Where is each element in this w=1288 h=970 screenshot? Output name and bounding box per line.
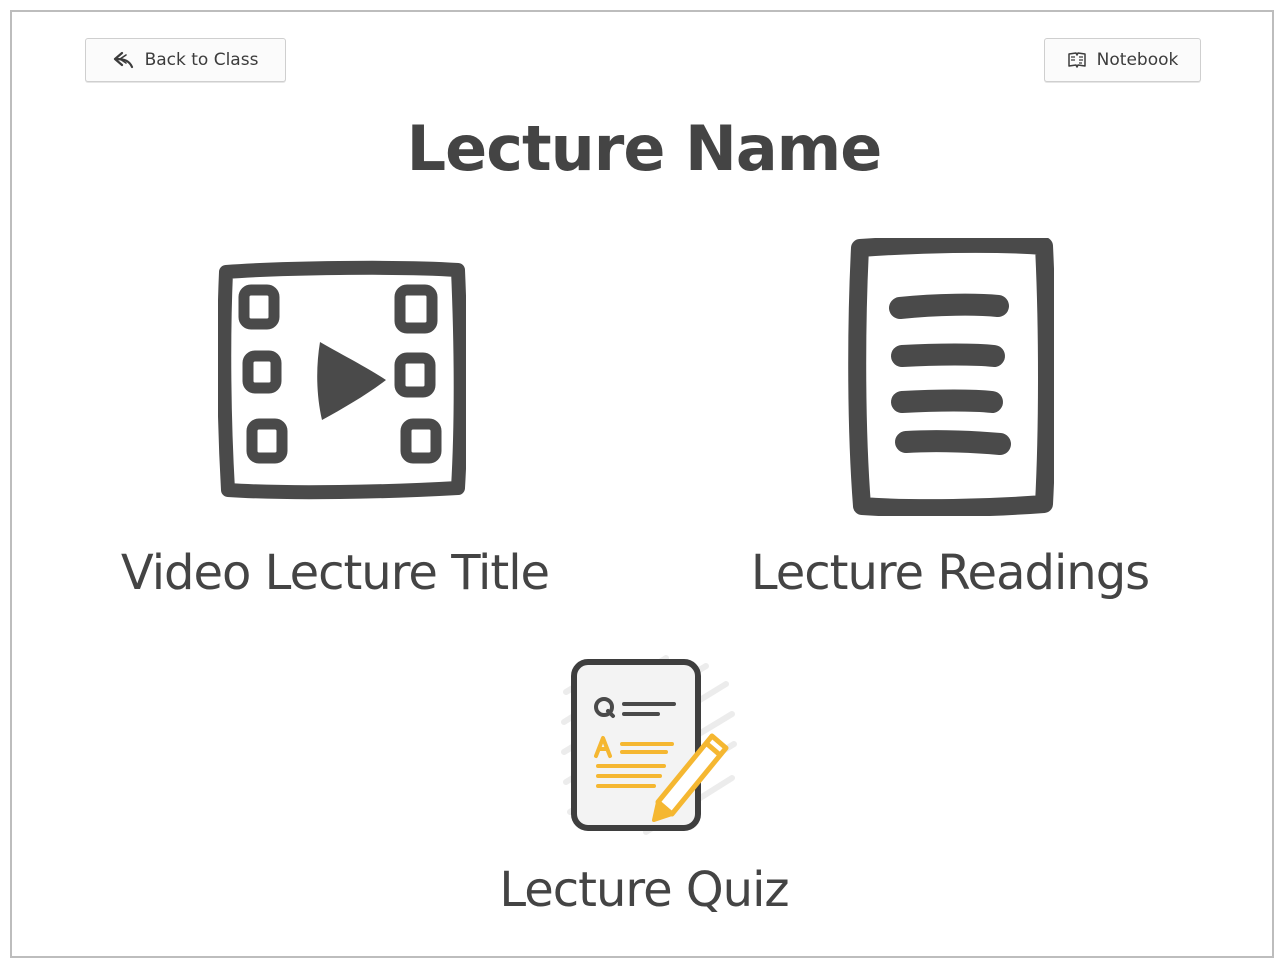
video-lecture-tile[interactable]	[218, 260, 466, 500]
film-play-icon	[218, 260, 466, 500]
lecture-readings-tile[interactable]	[848, 238, 1054, 516]
video-lecture-title[interactable]: Video Lecture Title	[90, 545, 580, 601]
back-to-class-button[interactable]: Back to Class	[85, 38, 286, 82]
notebook-button[interactable]: Notebook	[1044, 38, 1201, 82]
lecture-quiz-tile[interactable]	[556, 652, 742, 838]
document-lines-icon	[848, 238, 1054, 516]
reply-arrow-icon	[113, 51, 135, 69]
page-title: Lecture Name	[406, 112, 883, 185]
quiz-sheet-icon	[556, 652, 742, 838]
lecture-readings-title[interactable]: Lecture Readings	[730, 545, 1170, 601]
notebook-label: Notebook	[1096, 50, 1179, 70]
notebook-icon	[1067, 51, 1087, 69]
lecture-quiz-title[interactable]: Lecture Quiz	[444, 862, 844, 918]
back-to-class-label: Back to Class	[144, 50, 259, 70]
